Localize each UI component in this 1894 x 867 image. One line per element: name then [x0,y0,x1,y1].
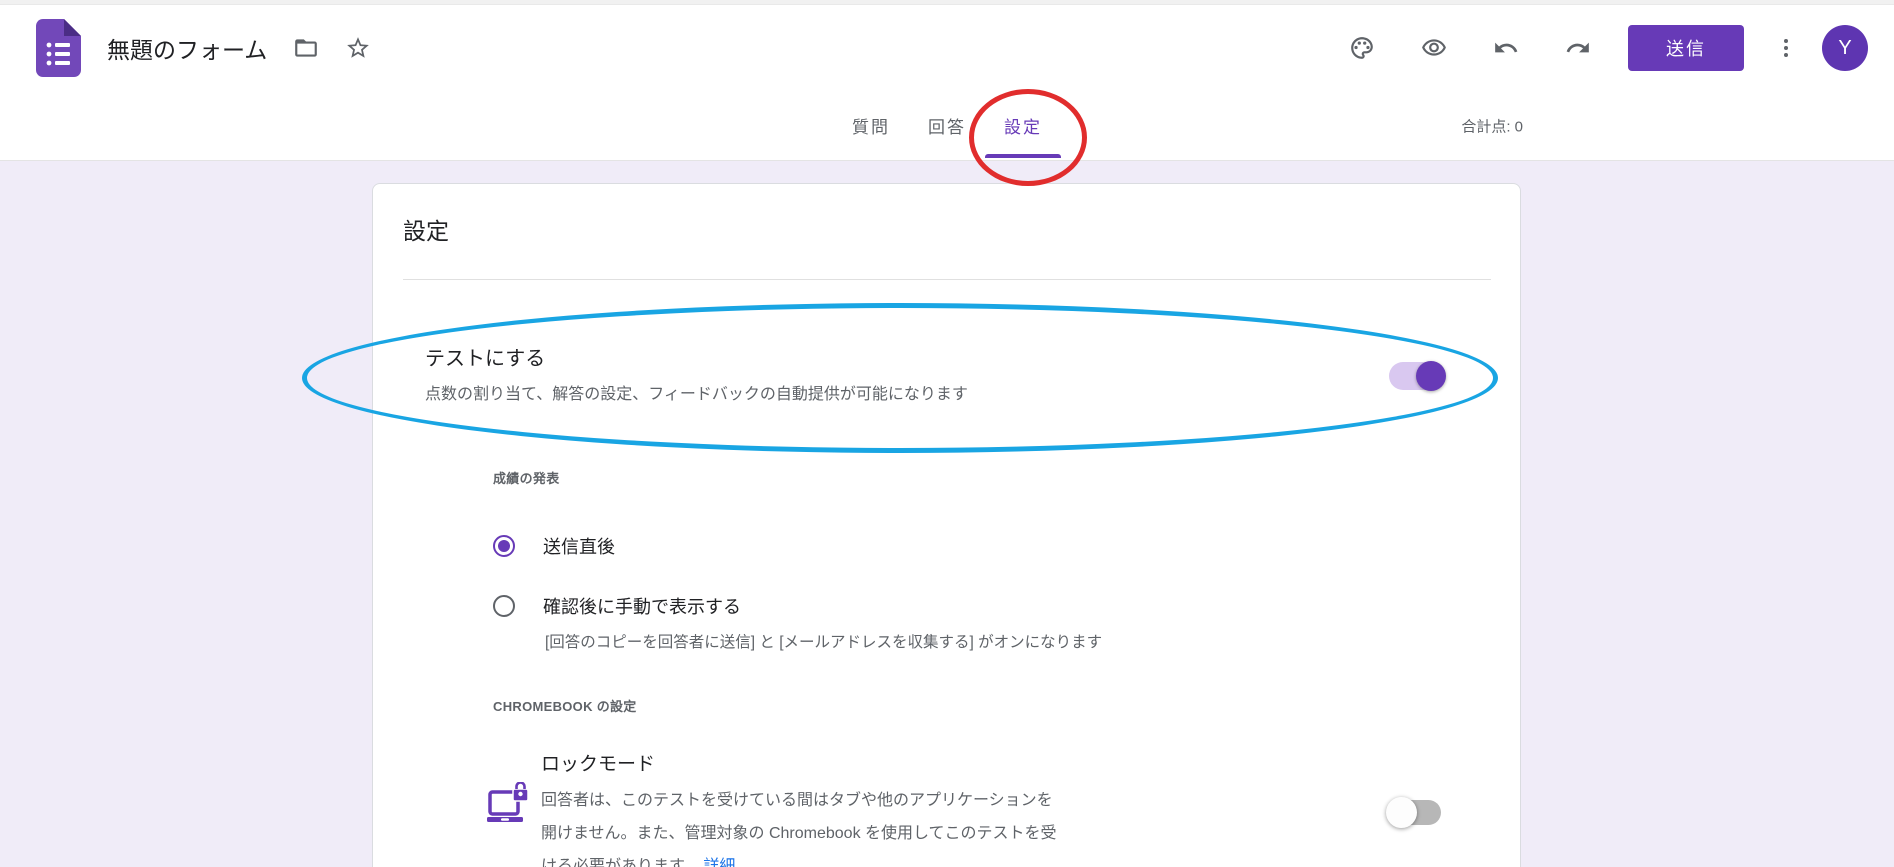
tab-responses[interactable]: 回答 [916,91,978,160]
tab-bar: 質問 回答 設定 合計点: 0 [0,91,1894,161]
release-grades-label: 成績の発表 [493,468,560,487]
radio-option-manual[interactable]: 確認後に手動で表示する [493,593,741,619]
locked-mode-toggle[interactable] [1391,800,1441,825]
tab-group: 質問 回答 設定 [840,91,1054,160]
settings-page-background: 設定 テストにする 点数の割り当て、解答の設定、フィードバックの自動提供が可能に… [0,161,1894,867]
locked-mode-desc-line3-text: ける必要があります。 [541,858,699,867]
undo-icon[interactable] [1482,24,1530,72]
make-quiz-description: 点数の割り当て、解答の設定、フィードバックの自動提供が可能になります [425,380,968,404]
radio-option-manual-label: 確認後に手動で表示する [543,593,741,619]
move-folder-icon[interactable] [293,35,319,61]
form-title[interactable]: 無題のフォーム [107,31,267,65]
make-quiz-toggle[interactable] [1389,362,1444,390]
tab-settings[interactable]: 設定 [992,91,1054,160]
app-header: 無題のフォーム 送信 Y [0,5,1894,91]
chromebook-settings-label: CHROMEBOOK の設定 [493,696,637,715]
tab-questions[interactable]: 質問 [840,91,902,160]
preview-eye-icon[interactable] [1410,24,1458,72]
radio-option-immediately-label: 送信直後 [543,533,615,559]
star-icon[interactable] [345,35,371,61]
active-tab-underline [985,154,1061,158]
tab-settings-label: 設定 [1004,113,1042,138]
header-actions: 送信 Y [1314,24,1868,72]
locked-mode-desc-line1: 回答者は、このテストを受けている間はタブや他のアプリケーションを [541,786,1053,810]
make-quiz-title: テストにする [425,342,545,371]
send-button[interactable]: 送信 [1628,25,1744,71]
laptop-lock-icon [487,782,531,830]
total-points-label: 合計点: 0 [1461,115,1523,136]
details-link[interactable]: 詳細 [703,858,735,867]
redo-icon[interactable] [1554,24,1602,72]
toggle-thumb [1416,361,1446,391]
radio-option-immediately[interactable]: 送信直後 [493,533,615,559]
radio-option-manual-note: [回答のコピーを回答者に送信] と [メールアドレスを収集する] がオンになりま… [545,630,1102,652]
radio-unselected-icon [493,595,515,617]
radio-selected-icon [493,535,515,557]
radio-dot [498,540,510,552]
google-forms-logo-icon[interactable] [36,19,81,77]
settings-card: 設定 テストにする 点数の割り当て、解答の設定、フィードバックの自動提供が可能に… [372,183,1521,867]
settings-card-title: 設定 [403,212,449,246]
more-options-icon[interactable] [1766,24,1806,72]
locked-mode-desc-line3: ける必要があります。詳細 [541,852,735,867]
theme-palette-icon[interactable] [1338,24,1386,72]
toggle-thumb [1386,797,1417,828]
locked-mode-title: ロックモード [541,749,655,776]
divider [403,279,1491,280]
account-avatar[interactable]: Y [1822,25,1868,71]
locked-mode-desc-line2: 開けません。また、管理対象の Chromebook を使用してこのテストを受 [541,819,1057,843]
